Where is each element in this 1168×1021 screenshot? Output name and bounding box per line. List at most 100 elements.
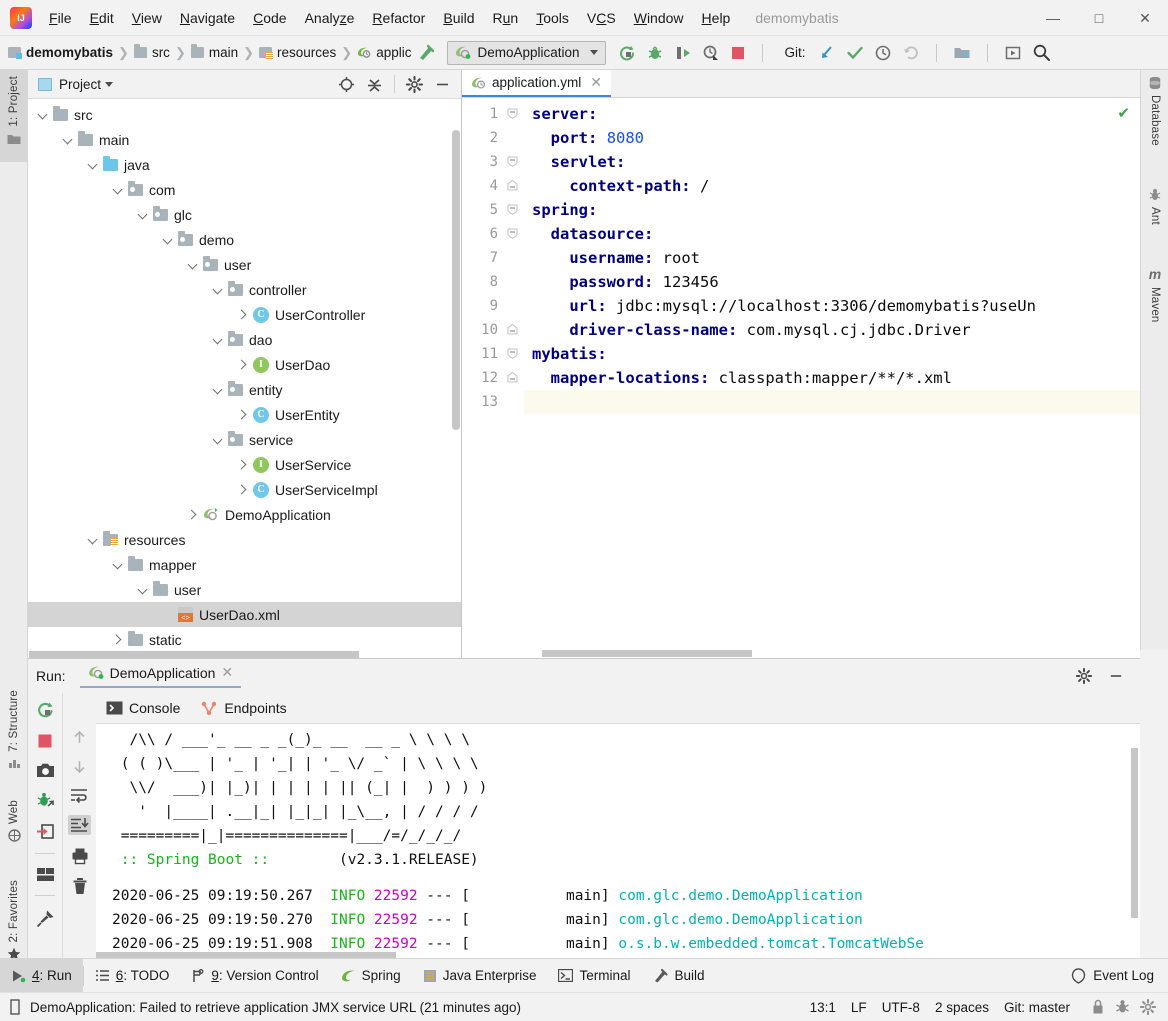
tree-node[interactable]: main [28,127,461,152]
print-icon[interactable] [71,847,89,865]
menu-tools[interactable]: Tools [527,6,578,30]
editor-hscrollbar[interactable] [542,650,752,657]
code-line[interactable]: mybatis: [524,342,1140,366]
code-line[interactable]: username: root [524,246,1140,270]
tree-node[interactable]: UserDao.xml [28,602,461,627]
menu-analyze[interactable]: Analyze [296,6,364,30]
code-line[interactable]: url: jdbc:mysql://localhost:3306/demomyb… [524,294,1140,318]
pin-icon[interactable] [36,909,55,928]
tree-node[interactable]: controller [28,277,461,302]
menu-code[interactable]: Code [244,6,295,30]
code-line[interactable]: datasource: [524,222,1140,246]
commit-icon[interactable] [846,44,864,62]
tree-node[interactable]: user [28,252,461,277]
menu-file[interactable]: File [40,6,81,30]
code-line[interactable]: spring: [524,198,1140,222]
camera-icon[interactable] [36,762,55,779]
breadcrumb-item-main[interactable]: main [190,44,238,60]
tree-node[interactable]: C UserServiceImpl [28,477,461,502]
tree-node[interactable]: service [28,427,461,452]
export-icon[interactable] [36,823,55,840]
hide-icon[interactable] [1108,668,1124,684]
breadcrumb-item-resources[interactable]: resources [259,45,336,60]
menu-refactor[interactable]: Refactor [363,6,434,30]
chevron-right-icon[interactable] [236,458,250,472]
sidebar-item-ant[interactable]: Ant [1141,188,1168,250]
code-line[interactable] [524,390,1140,414]
chevron-down-icon[interactable] [161,233,175,247]
run-configuration-selector[interactable]: DemoApplication [447,40,606,65]
tab-console[interactable]: Console [106,700,180,716]
tree-node[interactable]: java [28,152,461,177]
chevron-down-icon[interactable] [111,183,125,197]
inspection-ok-icon[interactable]: ✔ [1117,104,1130,122]
maximize-button[interactable]: □ [1076,0,1122,36]
tree-node[interactable]: com [28,177,461,202]
code-line[interactable]: port: 8080 [524,126,1140,150]
menu-help[interactable]: Help [693,6,740,30]
chevron-down-icon[interactable] [136,208,150,222]
chevron-down-icon[interactable] [111,558,125,572]
memory-indicator-icon[interactable] [8,999,22,1015]
tree-node[interactable]: static [28,627,461,652]
rerun-icon[interactable] [36,701,55,720]
project-tree-scrollbar[interactable] [452,130,460,430]
git-branch[interactable]: Git: master [1004,1000,1070,1015]
tree-node[interactable]: dao [28,327,461,352]
search-icon[interactable] [1032,43,1051,62]
breadcrumb-item-file[interactable]: applic [357,45,411,60]
trash-icon[interactable] [72,877,88,895]
console-vscrollbar[interactable] [1131,748,1138,918]
tab-endpoints[interactable]: Endpoints [200,700,287,716]
menu-vcs[interactable]: VCS [578,6,625,30]
menu-build[interactable]: Build [434,6,483,30]
tree-node[interactable]: C UserController [28,302,461,327]
menu-navigate[interactable]: Navigate [171,6,244,30]
tree-node[interactable]: I UserService [28,452,461,477]
profile-icon[interactable] [702,44,720,62]
menu-window[interactable]: Window [625,6,693,30]
status-message[interactable]: DemoApplication: Failed to retrieve appl… [30,1000,521,1015]
gear-icon[interactable] [406,75,423,93]
tab-spring[interactable]: Spring [330,959,412,993]
update-project-icon[interactable] [818,44,836,62]
lock-icon[interactable] [1091,999,1105,1015]
chevron-down-icon[interactable] [61,133,75,147]
chevron-right-icon[interactable] [236,308,250,322]
tree-node[interactable]: src [28,102,461,127]
minimize-button[interactable]: — [1030,0,1076,36]
project-structure-icon[interactable] [953,44,971,62]
chevron-right-icon[interactable] [236,408,250,422]
line-separator[interactable]: LF [851,1000,867,1015]
editor-content[interactable]: server: port: 8080 servlet: context-path… [524,98,1140,658]
tab-terminal[interactable]: Terminal [547,959,641,993]
tree-node[interactable]: C UserEntity [28,402,461,427]
gear-icon[interactable] [1076,668,1092,684]
code-line[interactable]: context-path: / [524,174,1140,198]
event-log-button[interactable]: Event Log [1071,967,1168,984]
hide-icon[interactable] [434,76,451,93]
tree-node[interactable]: entity [28,377,461,402]
editor-gutter[interactable]: 1 2 3 4 5 6 7 8 9 10 11 12 13 [462,98,524,658]
build-hammer-icon[interactable] [417,43,436,62]
menu-view[interactable]: View [123,6,171,30]
code-line[interactable]: server: [524,102,1140,126]
run-tab-demoapplication[interactable]: DemoApplication ✕ [79,664,242,688]
scroll-to-end-icon[interactable] [68,815,91,835]
sidebar-item-database[interactable]: Database [1141,76,1168,174]
soft-wrap-icon[interactable] [70,787,89,803]
down-arrow-icon[interactable] [71,758,88,775]
tree-node[interactable]: mapper [28,552,461,577]
code-line[interactable]: servlet: [524,150,1140,174]
tree-node[interactable]: user [28,577,461,602]
chevron-right-icon[interactable] [236,483,250,497]
file-encoding[interactable]: UTF-8 [882,1000,920,1015]
tree-node[interactable]: glc [28,202,461,227]
close-icon[interactable]: ✕ [221,664,233,681]
history-icon[interactable] [874,44,892,62]
inspector-icon[interactable] [1115,999,1130,1015]
settings-icon[interactable] [1140,999,1156,1015]
stop-icon[interactable] [37,733,53,749]
debug-icon[interactable] [646,44,664,62]
code-editor[interactable]: 1 2 3 4 5 6 7 8 9 10 11 12 13 server: port: 8080 ser… [462,98,1140,658]
